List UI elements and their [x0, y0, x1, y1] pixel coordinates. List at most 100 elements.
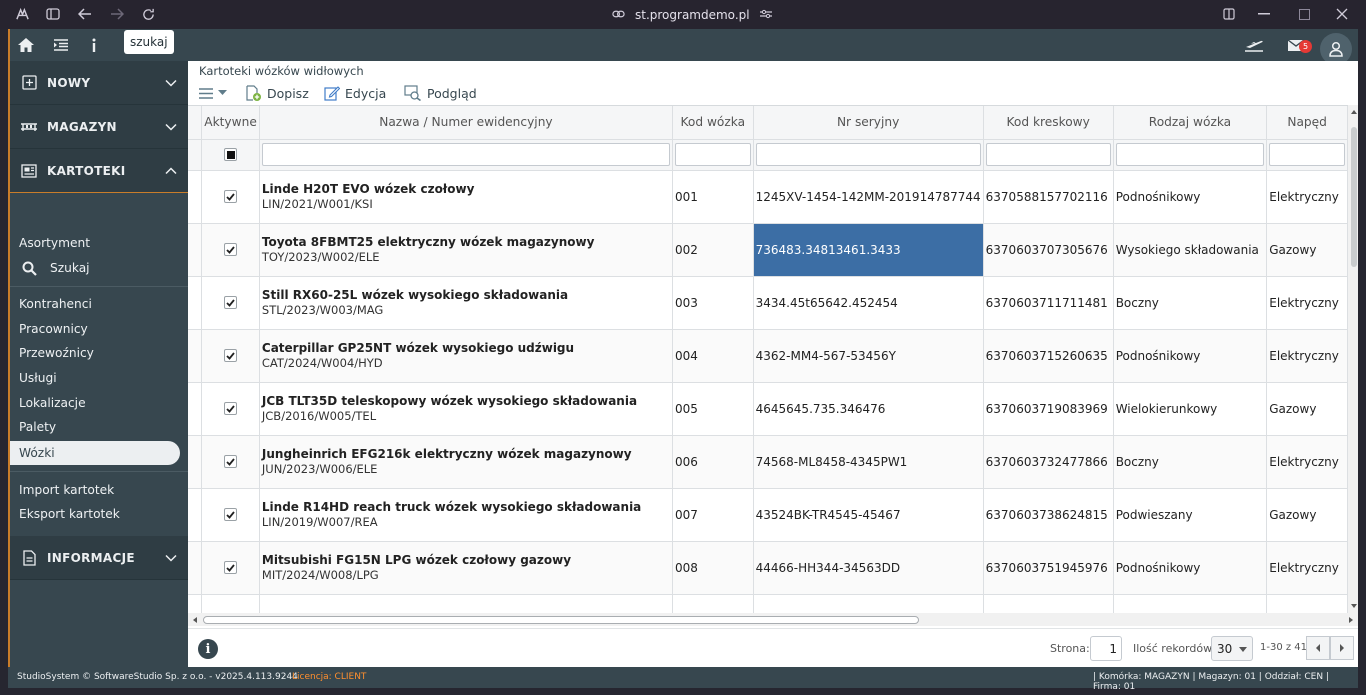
- cell-nazwa[interactable]: Toyota 8FBMT25 elektryczny wózek magazyn…: [259, 223, 673, 277]
- sidebar-section-nowy[interactable]: NOWY: [10, 61, 188, 105]
- active-checkbox[interactable]: [224, 455, 238, 468]
- cell-aktywne[interactable]: [201, 435, 260, 489]
- edycja-button[interactable]: Edycja: [324, 83, 386, 103]
- cell-kod-kreskowy[interactable]: 6370603719083969: [983, 382, 1114, 436]
- site-settings-icon[interactable]: [759, 8, 772, 22]
- cell-nr-seryjny[interactable]: 736483.34813461.3433: [753, 223, 984, 277]
- cell-kod[interactable]: 003: [672, 276, 754, 330]
- minimize-icon[interactable]: [1256, 6, 1272, 22]
- cell-kod[interactable]: 001: [672, 170, 754, 224]
- cell-naped[interactable]: Elektryczny: [1266, 329, 1348, 383]
- sidebar-item-pracownicy[interactable]: Pracownicy: [19, 318, 88, 340]
- filter-rodzaj-input[interactable]: [1115, 143, 1265, 166]
- dopisz-button[interactable]: Dopisz: [245, 83, 309, 103]
- cell-rodzaj[interactable]: Wielokierunkowy: [1113, 382, 1268, 436]
- table-row[interactable]: Linde R14HD reach truck wózek wysokiego …: [188, 488, 1348, 542]
- cell-nazwa[interactable]: Caterpillar GP25NT wózek wysokiego udźwi…: [259, 329, 673, 383]
- plane-takeoff-icon[interactable]: [1243, 35, 1265, 55]
- cell-rodzaj[interactable]: Boczny: [1113, 435, 1268, 489]
- column-header-naped[interactable]: Napęd: [1266, 106, 1348, 140]
- cell-naped[interactable]: [1266, 594, 1348, 613]
- cell-nr-seryjny[interactable]: [753, 594, 984, 613]
- cell-rodzaj[interactable]: [1113, 594, 1268, 613]
- view-menu-button[interactable]: [199, 83, 227, 103]
- podglad-button[interactable]: Podgląd: [404, 83, 477, 103]
- active-checkbox[interactable]: [224, 402, 238, 415]
- cell-rodzaj[interactable]: Wysokiego składowania: [1113, 223, 1268, 277]
- table-row[interactable]: JCB TLT35D teleskopowy wózek wysokiego s…: [188, 382, 1348, 436]
- scroll-up-icon[interactable]: [1348, 107, 1358, 117]
- cell-nazwa[interactable]: Still RX20-16P paleciaki elektryczne wys…: [259, 594, 673, 613]
- cell-kod-kreskowy[interactable]: 6370603751945976: [983, 541, 1114, 595]
- cell-nazwa[interactable]: Mitsubishi FG15N LPG wózek czołowy gazow…: [259, 541, 673, 595]
- menu-indent-icon[interactable]: [50, 35, 72, 55]
- active-checkbox[interactable]: [224, 296, 238, 309]
- vertical-scroll-thumb[interactable]: [1351, 127, 1357, 267]
- prev-page-button[interactable]: [1306, 636, 1330, 660]
- sidebar-item-przewoznicy[interactable]: Przewoźnicy: [19, 342, 94, 364]
- filter-naped-input[interactable]: [1269, 143, 1345, 166]
- cell-nazwa[interactable]: Linde H20T EVO wózek czołowy LIN/2021/W00…: [259, 170, 673, 224]
- column-header-nr-seryjny[interactable]: Nr seryjny: [753, 106, 984, 140]
- sidebar-item-eksport[interactable]: Eksport kartotek: [19, 503, 120, 525]
- filter-checkbox[interactable]: [224, 148, 238, 161]
- sidebar-item-szukaj[interactable]: Szukaj: [22, 257, 90, 279]
- cell-nr-seryjny[interactable]: 1245XV-1454-142MM-201914787744: [753, 170, 984, 224]
- cell-kod-kreskowy[interactable]: 6370603715260635: [983, 329, 1114, 383]
- cell-aktywne[interactable]: [201, 382, 260, 436]
- cell-kod-kreskowy[interactable]: 6370588157702116: [983, 170, 1114, 224]
- scroll-left-icon[interactable]: [190, 614, 200, 626]
- cell-kod-kreskowy[interactable]: 6370603732477866: [983, 435, 1114, 489]
- cell-aktywne[interactable]: [201, 329, 260, 383]
- cell-nazwa[interactable]: Still RX60-25L wózek wysokiego składowan…: [259, 276, 673, 330]
- cell-aktywne[interactable]: [201, 541, 260, 595]
- info-circle-icon[interactable]: i: [198, 639, 218, 659]
- cell-naped[interactable]: Elektryczny: [1266, 435, 1348, 489]
- cell-kod-kreskowy[interactable]: 6370603738624815: [983, 488, 1114, 542]
- cell-nazwa[interactable]: JCB TLT35D teleskopowy wózek wysokiego s…: [259, 382, 673, 436]
- cell-kod[interactable]: 008: [672, 541, 754, 595]
- split-view-icon[interactable]: [1221, 6, 1237, 22]
- table-row[interactable]: Toyota 8FBMT25 elektryczny wózek magazyn…: [188, 223, 1348, 277]
- scroll-right-icon[interactable]: [1346, 614, 1356, 626]
- table-row[interactable]: Jungheinrich EFG216k elektryczny wózek m…: [188, 435, 1348, 489]
- sidebar-item-lokalizacje[interactable]: Lokalizacje: [19, 392, 86, 414]
- cell-naped[interactable]: Elektryczny: [1266, 276, 1348, 330]
- active-checkbox[interactable]: [224, 561, 238, 574]
- filter-nr-input[interactable]: [755, 143, 981, 166]
- cell-kod-kreskowy[interactable]: 6370603711711481: [983, 276, 1114, 330]
- column-header-aktywne[interactable]: Aktywne: [201, 106, 260, 140]
- filter-aktywne[interactable]: [201, 139, 260, 171]
- vertical-scrollbar[interactable]: [1348, 105, 1358, 613]
- back-icon[interactable]: [77, 6, 93, 22]
- cell-nazwa[interactable]: Linde R14HD reach truck wózek wysokiego …: [259, 488, 673, 542]
- table-row[interactable]: Linde H20T EVO wózek czołowy LIN/2021/W00…: [188, 170, 1348, 224]
- close-icon[interactable]: [1334, 6, 1350, 22]
- cell-aktywne[interactable]: [201, 276, 260, 330]
- filter-kreskowy-input[interactable]: [985, 143, 1111, 166]
- cell-aktywne[interactable]: [201, 223, 260, 277]
- cell-kod[interactable]: 005: [672, 382, 754, 436]
- home-icon[interactable]: [15, 35, 37, 55]
- active-checkbox[interactable]: [224, 349, 238, 362]
- cell-nr-seryjny[interactable]: 43524BK-TR4545-45467: [753, 488, 984, 542]
- cell-naped[interactable]: Gazowy: [1266, 382, 1348, 436]
- cell-nazwa[interactable]: Jungheinrich EFG216k elektryczny wózek m…: [259, 435, 673, 489]
- column-header-kod-kreskowy[interactable]: Kod kreskowy: [983, 106, 1114, 140]
- cell-kod-kreskowy[interactable]: [983, 594, 1114, 613]
- sidebar-section-informacje[interactable]: INFORMACJE: [10, 536, 188, 580]
- cell-rodzaj[interactable]: Boczny: [1113, 276, 1268, 330]
- cell-naped[interactable]: Elektryczny: [1266, 170, 1348, 224]
- cell-rodzaj[interactable]: Podnośnikowy: [1113, 329, 1268, 383]
- cell-aktywne[interactable]: [201, 170, 260, 224]
- horizontal-scroll-thumb[interactable]: [203, 616, 919, 624]
- table-row[interactable]: Still RX60-25L wózek wysokiego składowan…: [188, 276, 1348, 330]
- browser-logo-icon[interactable]: [14, 6, 30, 22]
- cell-rodzaj[interactable]: Podnośnikowy: [1113, 170, 1268, 224]
- cell-naped[interactable]: Gazowy: [1266, 223, 1348, 277]
- cell-kod[interactable]: 006: [672, 435, 754, 489]
- sidebar-item-asortyment[interactable]: Asortyment: [19, 232, 90, 254]
- cell-kod[interactable]: 004: [672, 329, 754, 383]
- scroll-down-icon[interactable]: [1348, 601, 1358, 611]
- reload-icon[interactable]: [140, 6, 156, 22]
